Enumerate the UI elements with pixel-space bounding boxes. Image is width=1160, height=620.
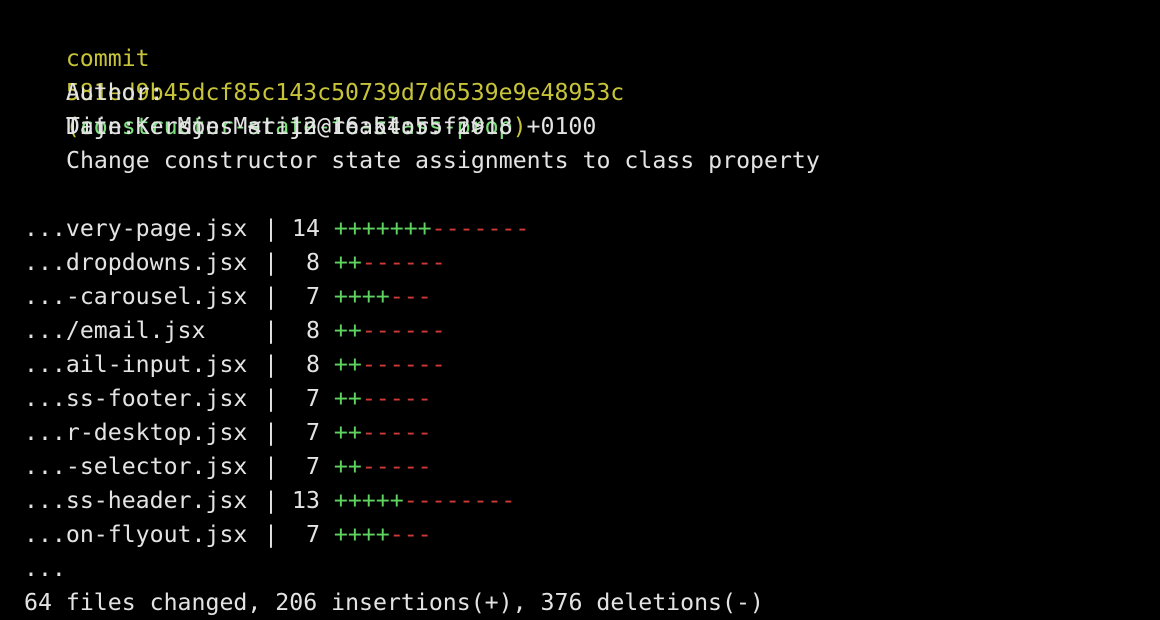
diffstat-filename: .../email.jsx (24, 317, 206, 344)
diffstat-insertions: ++ (333, 249, 362, 276)
date-value: Mon Mar 12 16:54:55 2018 +0100 (177, 113, 597, 140)
diffstat-row: ...ss-header.jsx | 13 +++++-------- (10, 484, 1160, 518)
diffstat-filename: ...ss-header.jsx (24, 487, 248, 514)
diffstat-insertions: ++ (333, 351, 362, 378)
diffstat-separator: | (264, 487, 292, 514)
diffstat-row: ...dropdowns.jsx | 8 ++------ (10, 246, 1160, 280)
commit-line: commit 581ed9b45dcf85c143c50739d7d6539e9… (10, 8, 1160, 140)
diffstat-separator: | (264, 385, 292, 412)
diffstat-count: 8 (305, 317, 320, 344)
diffstat-separator: | (264, 453, 292, 480)
diffstat-filename: ...very-page.jsx (24, 215, 248, 242)
diffstat-separator: | (264, 351, 292, 378)
diffstat-insertions: ++ (333, 419, 362, 446)
diffstat-deletions: ----- (361, 453, 432, 480)
diffstat-list: ...very-page.jsx | 14 +++++++------- ...dr… (10, 212, 1160, 552)
diffstat-count: 7 (305, 283, 320, 310)
diffstat-row: ...r-desktop.jsx | 7 ++----- (10, 416, 1160, 450)
diffstat-filename: ...r-desktop.jsx (24, 419, 248, 446)
diffstat-ellipsis: ... (24, 555, 66, 582)
diffstat-insertions: +++++++ (333, 215, 432, 242)
diffstat-count: 14 (292, 215, 320, 242)
diffstat-separator: | (264, 521, 292, 548)
diffstat-filename: ...ss-footer.jsx (24, 385, 248, 412)
diffstat-count: 7 (305, 453, 320, 480)
author-line: Author: Tijn Kersjes <tijn@reaktor.fi> (10, 42, 1160, 140)
diffstat-row: ...ss-footer.jsx | 7 ++----- (10, 382, 1160, 416)
diffstat-deletions: ------ (361, 351, 446, 378)
diffstat-count: 8 (305, 249, 320, 276)
diffstat-row: ...very-page.jsx | 14 +++++++------- (10, 212, 1160, 246)
diffstat-insertions: ++ (333, 317, 362, 344)
diffstat-filename: ...ail-input.jsx (24, 351, 248, 378)
diffstat-separator: | (264, 215, 292, 242)
diffstat-row: ...ail-input.jsx | 8 ++------ (10, 348, 1160, 382)
diffstat-row: .../email.jsx | 8 ++------ (10, 314, 1160, 348)
diffstat-deletions: ------- (431, 215, 530, 242)
author-label: Author: (65, 79, 164, 106)
diffstat-separator: | (264, 283, 292, 310)
diffstat-count: 13 (292, 487, 320, 514)
diffstat-deletions: ------ (361, 317, 446, 344)
diffstat-insertions: ++ (333, 453, 362, 480)
diffstat-deletions: ----- (361, 419, 432, 446)
diffstat-deletions: -------- (403, 487, 516, 514)
diffstat-count: 8 (305, 351, 320, 378)
diffstat-filename: ...-selector.jsx (24, 453, 248, 480)
diffstat-insertions: +++++ (333, 487, 404, 514)
diffstat-separator: | (264, 249, 292, 276)
diffstat-filename: ...on-flyout.jsx (24, 521, 248, 548)
diffstat-row: ...-carousel.jsx | 7 ++++--- (10, 280, 1160, 314)
diffstat-filename: ...-carousel.jsx (24, 283, 248, 310)
diffstat-insertions: ++++ (333, 521, 390, 548)
diffstat-deletions: ------ (361, 249, 446, 276)
diffstat-deletions: --- (389, 283, 432, 310)
diffstat-count: 7 (305, 521, 320, 548)
diffstat-count: 7 (305, 385, 320, 412)
terminal-window[interactable]: commit 581ed9b45dcf85c143c50739d7d6539e9… (0, 0, 1160, 618)
diffstat-summary: 64 files changed, 206 insertions(+), 376… (24, 589, 764, 616)
diffstat-filename: ...dropdowns.jsx (24, 249, 248, 276)
diffstat-separator: | (264, 419, 292, 446)
diffstat-row: ...on-flyout.jsx | 7 ++++--- (10, 518, 1160, 552)
commit-keyword: commit (65, 45, 150, 72)
diffstat-row: ...-selector.jsx | 7 ++----- (10, 450, 1160, 484)
diffstat-separator: | (264, 317, 292, 344)
diffstat-deletions: ----- (361, 385, 432, 412)
commit-message: Change constructor state assignments to … (66, 147, 820, 174)
diffstat-insertions: ++++ (333, 283, 390, 310)
diffstat-insertions: ++ (333, 385, 362, 412)
date-label: Date: (65, 113, 136, 140)
diffstat-deletions: --- (389, 521, 432, 548)
diffstat-count: 7 (305, 419, 320, 446)
